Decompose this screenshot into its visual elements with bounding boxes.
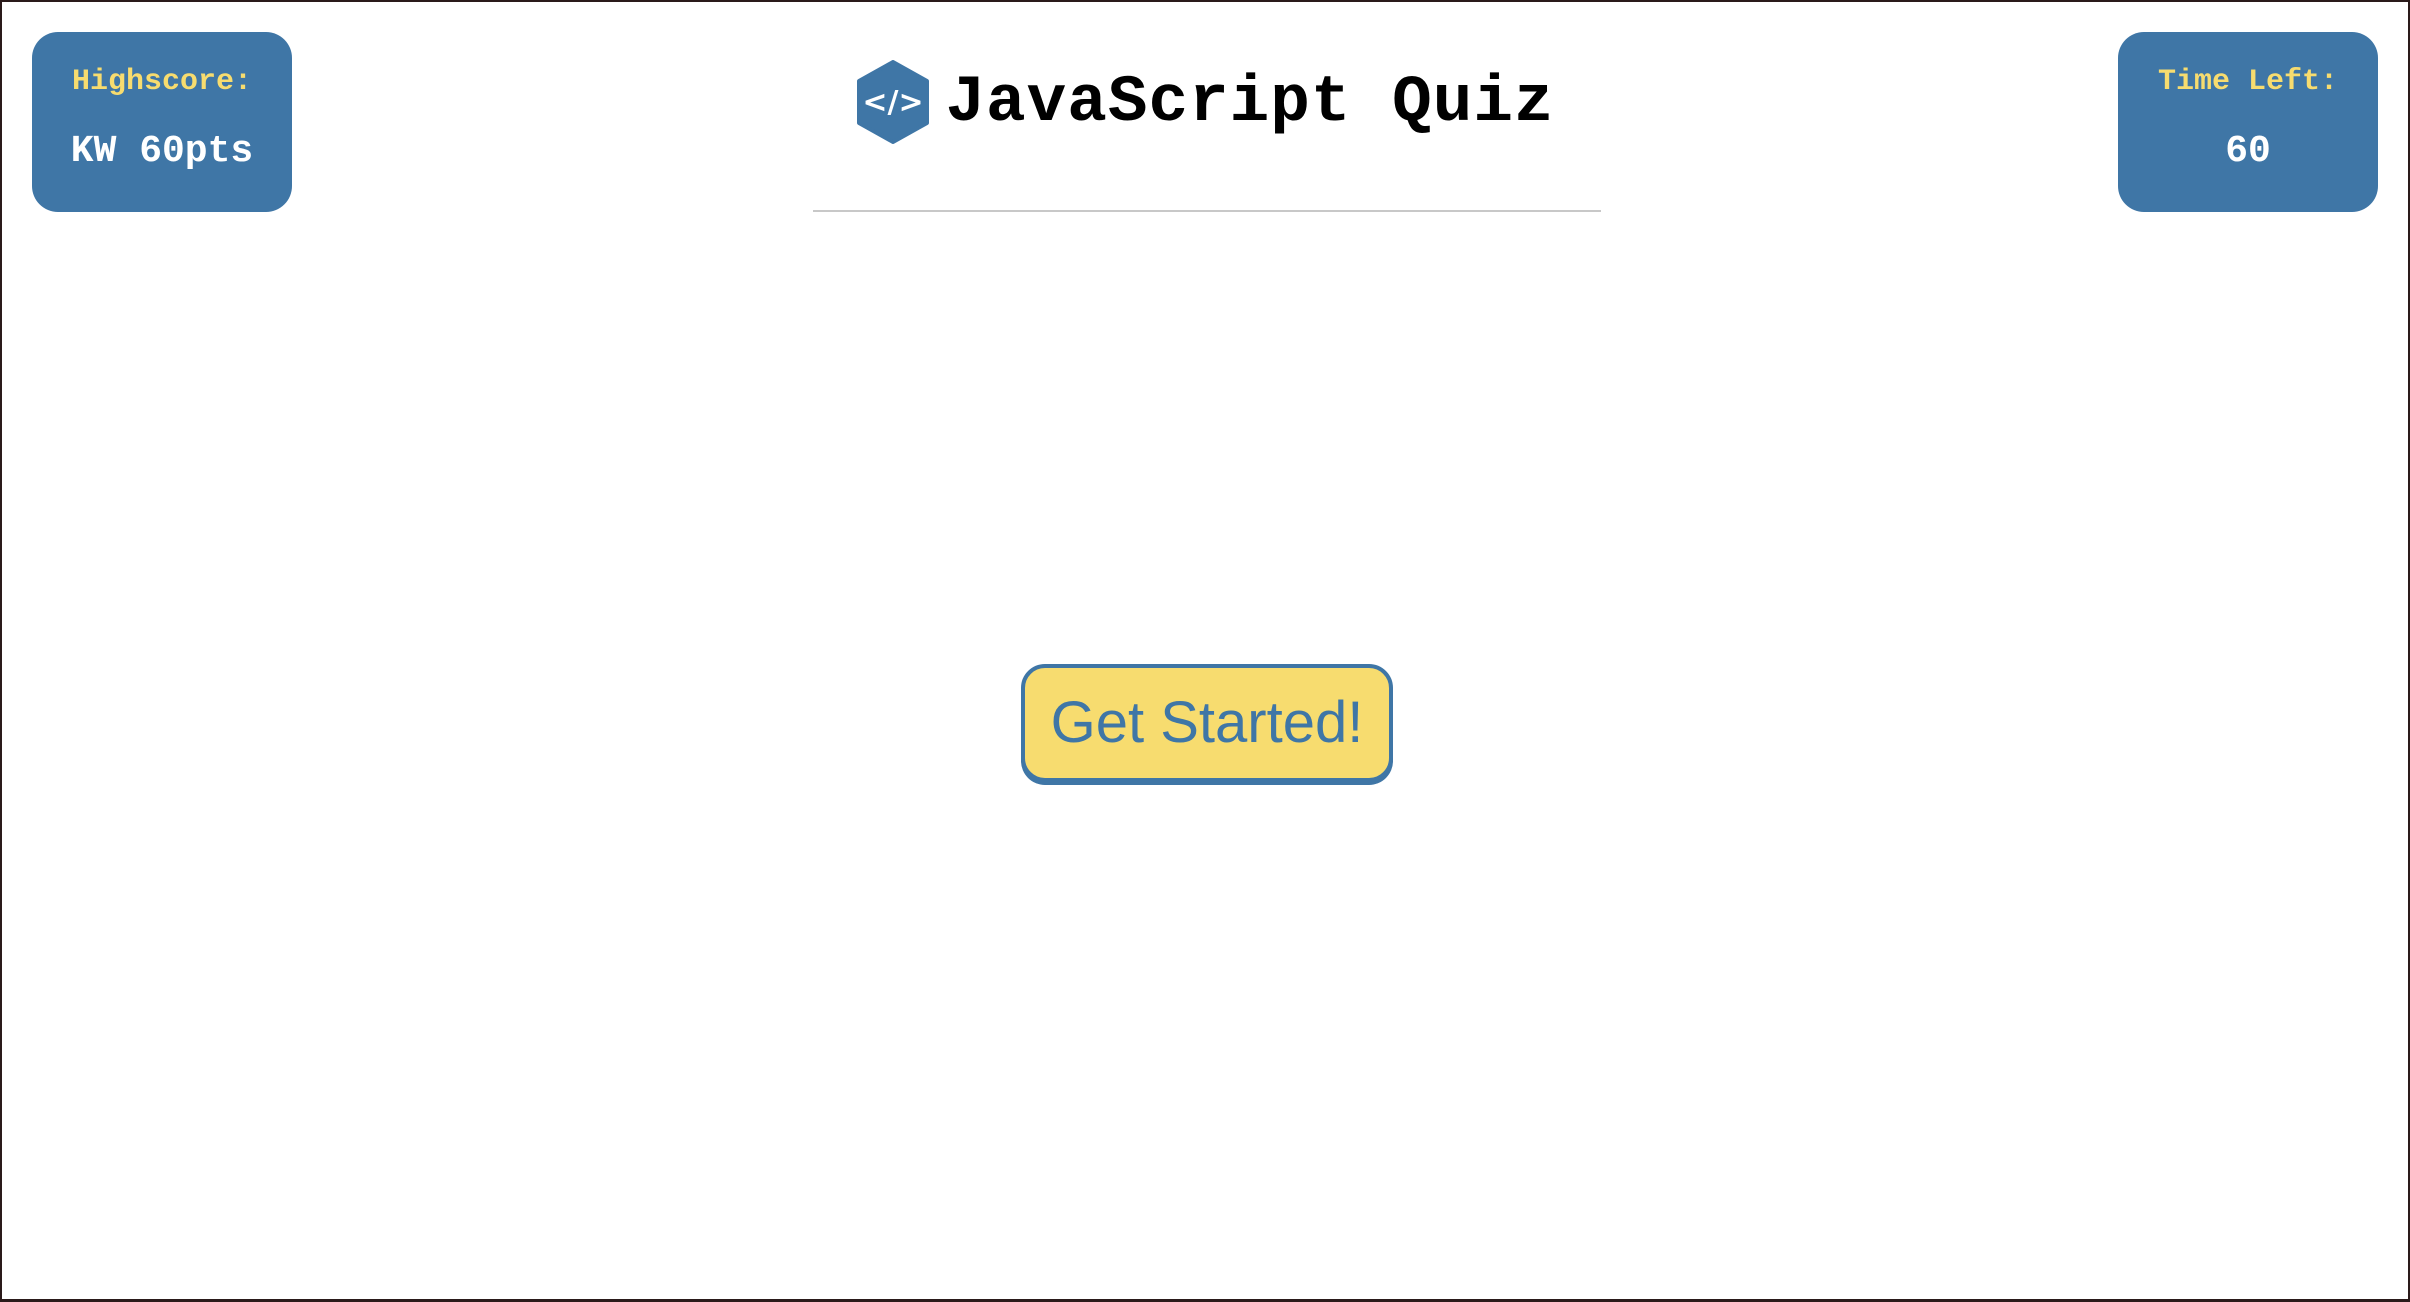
logo-code-glyph: </> — [863, 85, 924, 120]
timer-label: Time Left: — [2157, 65, 2339, 99]
get-started-button[interactable]: Get Started! — [1021, 664, 1393, 782]
timer-panel: Time Left: 60 — [2118, 32, 2378, 212]
header-inner: </> JavaScript Quiz — [855, 60, 1554, 144]
header-divider — [813, 210, 1601, 212]
page-title: JavaScript Quiz — [945, 64, 1555, 140]
page-header: </> JavaScript Quiz — [2, 60, 2408, 149]
code-hexagon-icon: </> — [855, 60, 931, 144]
timer-value: 60 — [2225, 130, 2271, 173]
